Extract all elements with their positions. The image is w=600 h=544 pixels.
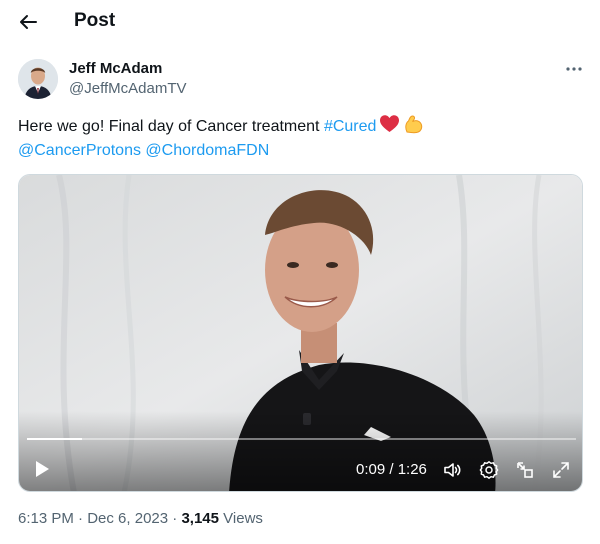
settings-button[interactable] — [477, 458, 501, 482]
picture-in-picture-button[interactable] — [513, 458, 537, 482]
page-title: Post — [74, 10, 116, 31]
author-name[interactable]: Jeff McAdam — [69, 60, 162, 78]
play-icon — [36, 461, 49, 477]
arrow-left-icon — [20, 15, 37, 29]
red-heart-icon — [380, 115, 400, 132]
settings-icon — [479, 461, 499, 479]
mention-cancer-protons-link[interactable]: @CancerProtons — [18, 142, 141, 159]
volume-icon — [444, 463, 461, 477]
author-handle[interactable]: @JeffMcAdamTV — [69, 80, 186, 98]
volume-button[interactable] — [440, 458, 464, 482]
post-metadata: 6:13 PM · Dec 6, 2023 · 3,145 Views — [18, 510, 263, 528]
post-page: Post Jeff McAdam @JeffMcAdamTV Here we g… — [0, 0, 600, 544]
avatar[interactable] — [18, 59, 58, 99]
more-horizontal-icon — [566, 67, 582, 71]
back-button[interactable] — [14, 8, 42, 36]
fullscreen-icon — [553, 462, 569, 478]
meta-separator-2: · — [172, 510, 178, 527]
progress-bar[interactable] — [27, 438, 576, 440]
time-display: 0:09 / 1:26 — [356, 461, 427, 478]
tweet-text: Here we go! Final day of Cancer treatmen… — [18, 114, 583, 163]
hashtag-cured-link[interactable]: #Cured — [324, 118, 376, 135]
pip-icon — [517, 462, 533, 478]
meta-separator: · — [78, 510, 84, 527]
views-label: Views — [223, 510, 263, 527]
play-button[interactable] — [31, 458, 53, 480]
video-player[interactable]: 0:09 / 1:26 — [18, 174, 583, 492]
avatar-image — [18, 59, 58, 99]
fullscreen-button[interactable] — [549, 458, 573, 482]
flexed-biceps-icon — [405, 115, 423, 134]
views-count: 3,145 — [181, 510, 219, 527]
progress-fill — [27, 438, 82, 440]
post-date[interactable]: Dec 6, 2023 — [87, 510, 168, 527]
post-time[interactable]: 6:13 PM — [18, 510, 74, 527]
more-options-button[interactable] — [560, 58, 588, 80]
tweet-text-body: Here we go! Final day of Cancer treatmen… — [18, 118, 320, 135]
header: Post — [0, 0, 600, 42]
mention-chordoma-fdn-link[interactable]: @ChordomaFDN — [145, 142, 269, 159]
